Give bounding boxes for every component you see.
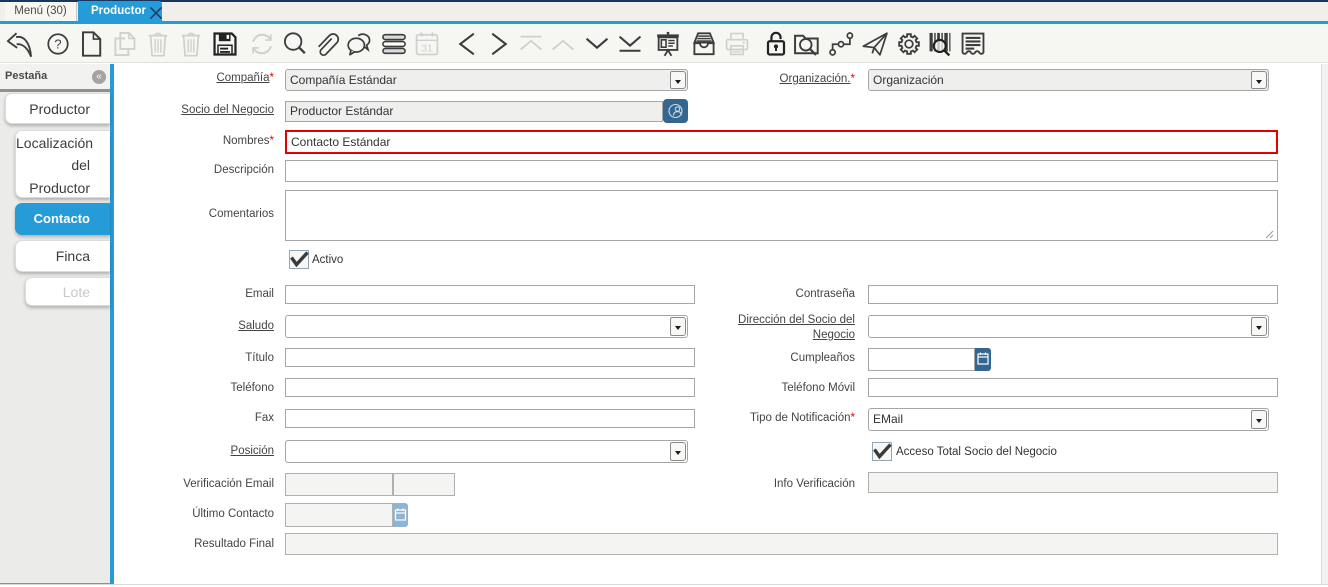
svg-text:31: 31 <box>421 43 433 54</box>
svg-text:?: ? <box>54 36 61 51</box>
